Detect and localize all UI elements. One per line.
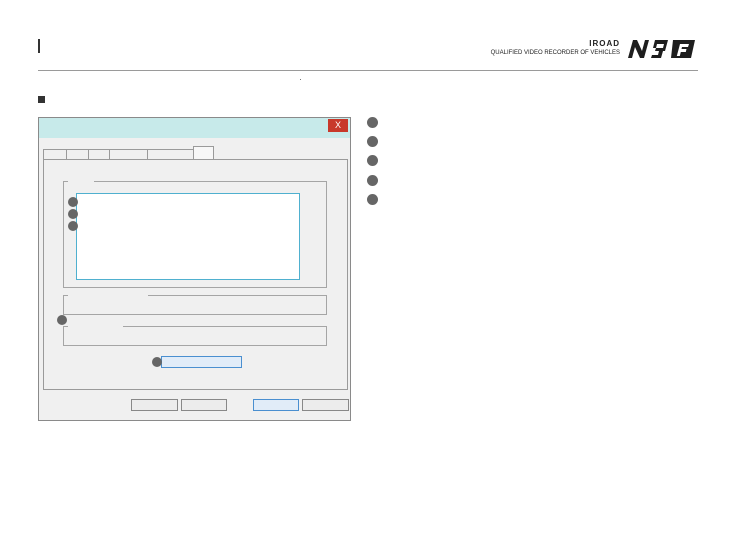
tab-4[interactable] [109, 149, 148, 159]
tab-3[interactable] [88, 149, 110, 159]
option-group-1 [63, 294, 327, 315]
cancel-button[interactable] [302, 399, 349, 411]
callout-badge [68, 209, 78, 219]
callout-badge [152, 357, 162, 367]
page-mark [300, 79, 301, 80]
tab-panel [43, 159, 348, 390]
brand-block: IROAD QUALIFIED VIDEO RECORDER OF VEHICL… [477, 39, 697, 59]
n9f-logo-icon [628, 40, 695, 58]
footer-button-1[interactable] [131, 399, 178, 411]
dialog-titlebar: X [39, 118, 350, 138]
legend-badge [367, 136, 378, 147]
brand-tagline: QUALIFIED VIDEO RECORDER OF VEHICLES [490, 50, 620, 56]
callout-badge [68, 221, 78, 231]
option-group-2 [63, 325, 327, 346]
list-box[interactable] [76, 193, 300, 280]
ok-button[interactable] [253, 399, 299, 411]
tab-6-active[interactable] [193, 146, 214, 160]
header-rule [38, 70, 698, 71]
header-divider-bar [38, 39, 40, 53]
section-bullet-icon [38, 96, 45, 103]
tab-1[interactable] [43, 149, 67, 159]
legend-badge [367, 175, 378, 186]
legend-badge [367, 155, 378, 166]
brand-name: IROAD [589, 39, 620, 48]
tab-2[interactable] [66, 149, 89, 159]
action-button[interactable] [161, 356, 242, 368]
callout-badge [57, 315, 67, 325]
legend-badge [367, 194, 378, 205]
callout-badge [68, 197, 78, 207]
settings-dialog: X [38, 117, 351, 421]
legend-badge [367, 117, 378, 128]
tab-5[interactable] [147, 149, 194, 159]
footer-button-2[interactable] [181, 399, 227, 411]
list-group [63, 180, 327, 288]
close-button[interactable]: X [328, 119, 348, 132]
